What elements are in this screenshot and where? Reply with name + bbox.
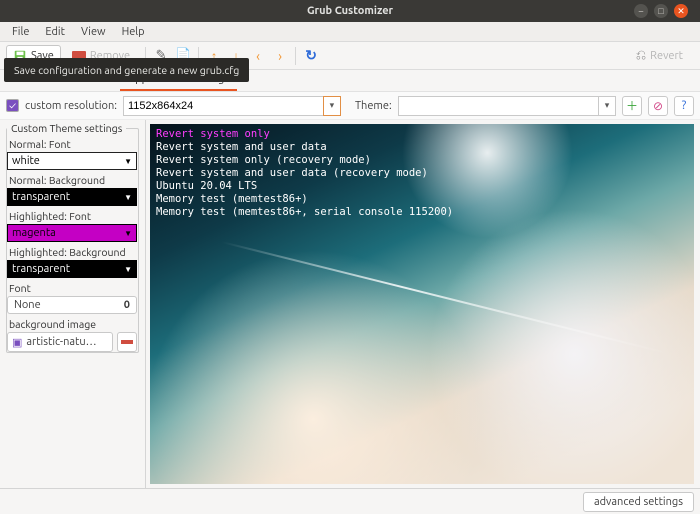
resolution-row: ✓ custom resolution: ▾ Theme: ▾ ＋ ⊘ ? bbox=[0, 92, 700, 120]
move-right-button[interactable]: › bbox=[269, 45, 291, 67]
bgimage-file-button[interactable]: ▣ artistic-natu… bbox=[7, 332, 113, 352]
menu-view[interactable]: View bbox=[73, 24, 114, 40]
revert-button[interactable]: ⎌ Revert bbox=[629, 45, 690, 67]
arrow-right-icon: › bbox=[278, 48, 282, 64]
highlighted-bg-value: transparent bbox=[12, 263, 70, 275]
theme-sidebar: Custom Theme settings Normal: Font white… bbox=[0, 120, 146, 488]
footer: advanced settings bbox=[0, 488, 700, 514]
font-size: 0 bbox=[124, 299, 130, 311]
boot-entry: Revert system and user data (recovery mo… bbox=[156, 167, 428, 179]
help-button[interactable]: ? bbox=[674, 96, 694, 116]
chevron-down-icon: ▼ bbox=[124, 229, 132, 238]
boot-entry: Memory test (memtest86+) bbox=[156, 193, 308, 205]
resolution-input[interactable] bbox=[123, 96, 323, 116]
chevron-down-icon: ▼ bbox=[124, 193, 132, 202]
image-icon: ▣ bbox=[12, 336, 22, 349]
revert-icon: ⎌ bbox=[636, 48, 646, 63]
highlighted-bg-label: Highlighted: Background bbox=[9, 246, 138, 258]
custom-resolution-checkbox[interactable]: ✓ bbox=[6, 99, 19, 112]
highlighted-font-select[interactable]: magenta ▼ bbox=[7, 224, 137, 242]
boot-entry: Memory test (memtest86+, serial console … bbox=[156, 206, 453, 218]
minus-icon bbox=[121, 340, 133, 344]
normal-bg-select[interactable]: transparent ▼ bbox=[7, 188, 137, 206]
theme-label: Theme: bbox=[355, 100, 392, 112]
bgimage-label: background image bbox=[9, 318, 138, 330]
boot-entry: Ubuntu 20.04 LTS bbox=[156, 180, 257, 192]
theme-remove-button[interactable]: ⊘ bbox=[648, 96, 668, 116]
window-title: Grub Customizer bbox=[0, 5, 700, 17]
normal-bg-value: transparent bbox=[12, 191, 70, 203]
boot-entry: Revert system only (recovery mode) bbox=[156, 154, 371, 166]
menubar: File Edit View Help bbox=[0, 22, 700, 42]
theme-input[interactable] bbox=[398, 96, 598, 116]
custom-resolution-label: custom resolution: bbox=[25, 100, 117, 112]
menu-file[interactable]: File bbox=[4, 24, 37, 40]
boot-entry-highlighted: Revert system only bbox=[156, 128, 270, 140]
normal-font-label: Normal: Font bbox=[9, 138, 138, 150]
resolution-combo[interactable]: ▾ bbox=[123, 96, 341, 116]
custom-theme-fieldset: Custom Theme settings Normal: Font white… bbox=[6, 122, 139, 353]
theme-add-button[interactable]: ＋ bbox=[622, 96, 642, 116]
boot-menu-text: Revert system only Revert system and use… bbox=[156, 128, 453, 219]
titlebar: Grub Customizer – □ ✕ bbox=[0, 0, 700, 22]
normal-bg-label: Normal: Background bbox=[9, 174, 138, 186]
font-picker[interactable]: None 0 bbox=[7, 296, 137, 314]
move-left-button[interactable]: ‹ bbox=[247, 45, 269, 67]
chevron-down-icon: ▼ bbox=[124, 265, 132, 274]
reload-icon: ↻ bbox=[305, 47, 317, 64]
bgimage-remove-button[interactable] bbox=[117, 332, 137, 352]
normal-font-select[interactable]: white ▼ bbox=[7, 152, 137, 170]
theme-dropdown-button[interactable]: ▾ bbox=[598, 96, 616, 116]
revert-label: Revert bbox=[650, 50, 683, 62]
resolution-dropdown-button[interactable]: ▾ bbox=[323, 96, 341, 116]
boot-preview: Revert system only Revert system and use… bbox=[150, 124, 694, 484]
chevron-down-icon: ▼ bbox=[124, 157, 132, 166]
menu-edit[interactable]: Edit bbox=[37, 24, 73, 40]
window-close-button[interactable]: ✕ bbox=[674, 4, 688, 18]
menu-help[interactable]: Help bbox=[114, 24, 153, 40]
separator bbox=[295, 47, 296, 65]
theme-combo[interactable]: ▾ bbox=[398, 96, 616, 116]
highlighted-font-value: magenta bbox=[12, 227, 56, 239]
highlighted-bg-select[interactable]: transparent ▼ bbox=[7, 260, 137, 278]
save-tooltip: Save configuration and generate a new gr… bbox=[4, 58, 249, 82]
arrow-left-icon: ‹ bbox=[256, 48, 260, 64]
window-maximize-button[interactable]: □ bbox=[654, 4, 668, 18]
reload-button[interactable]: ↻ bbox=[300, 45, 322, 67]
font-name: None bbox=[14, 299, 41, 311]
normal-font-value: white bbox=[12, 155, 40, 167]
advanced-settings-button[interactable]: advanced settings bbox=[583, 492, 694, 512]
bgimage-filename: artistic-natu… bbox=[26, 336, 96, 348]
window-minimize-button[interactable]: – bbox=[634, 4, 648, 18]
boot-entry: Revert system and user data bbox=[156, 141, 327, 153]
custom-theme-legend: Custom Theme settings bbox=[7, 122, 126, 134]
advanced-settings-label: advanced settings bbox=[594, 496, 683, 508]
highlighted-font-label: Highlighted: Font bbox=[9, 210, 138, 222]
font-section-label: Font bbox=[9, 282, 138, 294]
